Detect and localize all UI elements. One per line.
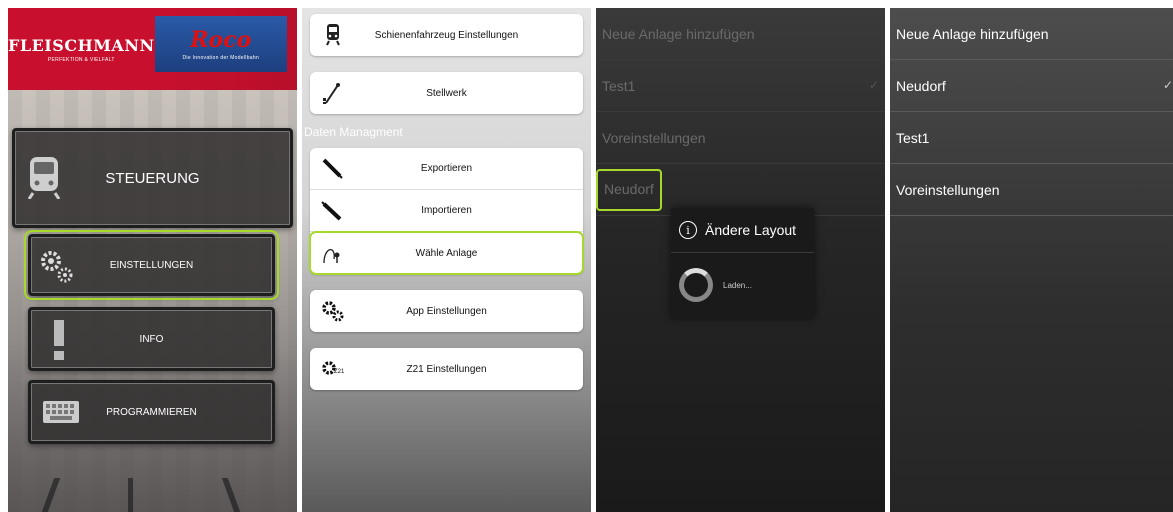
- list-item-label: Voreinstellungen: [896, 181, 1000, 198]
- programmieren-tile[interactable]: PROGRAMMIEREN: [28, 380, 275, 444]
- roco-logo: Roco Die Innovation der Modellbahn: [154, 16, 287, 72]
- programmieren-label: PROGRAMMIEREN: [106, 406, 197, 418]
- list-item-neudorf[interactable]: Neudorf ✓: [890, 60, 1173, 112]
- layout-list-screen: Neue Anlage hinzufügen Neudorf ✓ Test1 Vo…: [890, 8, 1173, 512]
- loading-dialog: i Ändere Layout Laden...: [671, 208, 814, 318]
- dialog-title: Ändere Layout: [705, 222, 797, 238]
- stellwerk-card[interactable]: Stellwerk: [310, 72, 583, 114]
- roco-title: Roco: [190, 27, 252, 53]
- list-item-voreinstellungen[interactable]: Voreinstellungen: [596, 112, 885, 164]
- fleischmann-subtitle: PERFEKTION & VIELFALT: [47, 56, 115, 63]
- settings-screen: Schienenfahrzeug Einstellungen Stellwerk…: [302, 8, 591, 512]
- rail-decoration: [128, 478, 133, 512]
- z21-settings-card[interactable]: Z21 Z21 Einstellungen: [310, 348, 583, 390]
- info-icon: i: [679, 221, 697, 239]
- stellwerk-button[interactable]: Stellwerk: [310, 72, 583, 114]
- import-button[interactable]: Importieren: [310, 190, 583, 232]
- choose-layout-label: Wähle Anlage: [415, 247, 478, 259]
- einstellungen-label: EINSTELLUNGEN: [109, 259, 194, 271]
- app-settings-label: App Einstellungen: [406, 305, 487, 317]
- export-button[interactable]: Exportieren: [310, 148, 583, 190]
- z21-settings-button[interactable]: Z21 Z21 Einstellungen: [310, 348, 583, 390]
- export-label: Exportieren: [420, 163, 473, 174]
- list-item-label: Neue Anlage hinzufügen: [602, 25, 755, 42]
- list-item-label: Test1: [896, 129, 930, 146]
- info-label: INFO: [139, 333, 164, 345]
- rail-vehicle-settings-button[interactable]: Schienenfahrzeug Einstellungen: [310, 14, 583, 56]
- fleischmann-title: FLEISCHMANN: [8, 35, 155, 55]
- app-settings-card[interactable]: App Einstellungen: [310, 290, 583, 332]
- brand-header: FLEISCHMANN PERFEKTION & VIELFALT Roco D…: [8, 8, 297, 90]
- export-arrow-icon: [320, 157, 346, 181]
- main-menu-screen: FLEISCHMANN PERFEKTION & VIELFALT Roco D…: [8, 8, 297, 512]
- list-item-label: Voreinstellungen: [602, 129, 706, 146]
- layout-signal-icon: [320, 241, 346, 265]
- dialog-header: i Ändere Layout: [671, 208, 814, 253]
- import-arrow-icon: [320, 199, 346, 223]
- list-item-add-layout[interactable]: Neue Anlage hinzufügen: [596, 8, 885, 60]
- roco-subtitle: Die Innovation der Modellbahn: [182, 55, 260, 61]
- list-item-add-layout[interactable]: Neue Anlage hinzufügen: [890, 8, 1173, 60]
- list-item-label: Neudorf: [896, 77, 946, 94]
- steuerung-tile[interactable]: STEUERUNG: [12, 128, 293, 228]
- spinner-icon: [679, 268, 713, 302]
- import-label: Importieren: [421, 205, 472, 216]
- choose-layout-button[interactable]: Wähle Anlage: [309, 231, 584, 275]
- list-item-label: Neue Anlage hinzufügen: [896, 25, 1049, 42]
- z21-gear-icon: Z21: [320, 357, 346, 381]
- app-settings-button[interactable]: App Einstellungen: [310, 290, 583, 332]
- checkmark-icon: ✓: [1162, 78, 1173, 92]
- train-icon: [320, 23, 346, 47]
- info-tile[interactable]: INFO: [28, 307, 275, 371]
- stellwerk-label: Stellwerk: [426, 87, 467, 99]
- steuerung-label: STEUERUNG: [105, 169, 200, 187]
- checkmark-icon: ✓: [868, 78, 879, 92]
- einstellungen-tile[interactable]: EINSTELLUNGEN: [24, 230, 279, 300]
- rail-vehicle-settings-card[interactable]: Schienenfahrzeug Einstellungen: [310, 14, 583, 56]
- list-item-test1[interactable]: Test1: [890, 112, 1173, 164]
- fleischmann-logo: FLEISCHMANN PERFEKTION & VIELFALT: [8, 8, 155, 90]
- signal-lever-icon: [320, 81, 346, 105]
- dialog-body: Laden...: [671, 253, 814, 317]
- list-item-label: Test1: [602, 77, 636, 94]
- list-item-voreinstellungen[interactable]: Voreinstellungen: [890, 164, 1173, 216]
- dialog-message: Laden...: [723, 280, 752, 290]
- gears-icon: [320, 299, 346, 323]
- list-item-test1[interactable]: Test1 ✓: [596, 60, 885, 112]
- z21-icon-text: Z21: [334, 369, 345, 375]
- rail-vehicle-settings-label: Schienenfahrzeug Einstellungen: [374, 29, 519, 41]
- data-management-card: Exportieren Importieren Wähle Anlage: [309, 148, 584, 275]
- data-management-heading: Daten Managment: [304, 125, 403, 139]
- list-item-label: Neudorf: [596, 168, 662, 211]
- layout-loading-screen: Neue Anlage hinzufügen Test1 ✓ Voreinstel…: [596, 8, 885, 512]
- z21-settings-label: Z21 Einstellungen: [406, 363, 487, 375]
